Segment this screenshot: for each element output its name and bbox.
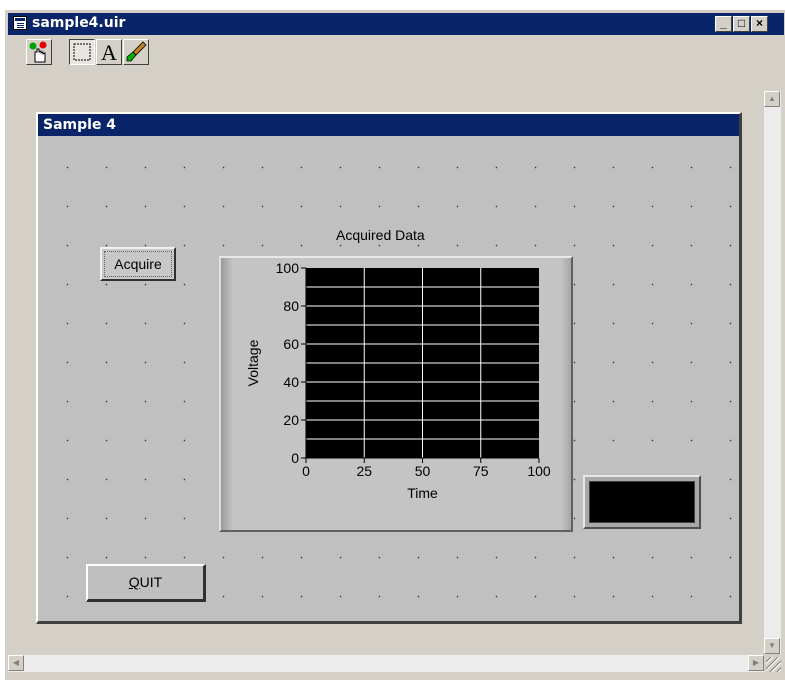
x-tick-label: 0 — [302, 463, 310, 479]
y-tick-label: 20 — [283, 412, 299, 428]
text-tool-button[interactable]: A — [96, 39, 122, 65]
quit-button[interactable]: QUIT — [86, 564, 206, 602]
window-title: sample4.uir — [32, 15, 126, 31]
y-tick-label: 80 — [283, 298, 299, 314]
color-tool-button[interactable] — [123, 39, 149, 65]
select-rectangle-icon — [73, 43, 91, 61]
close-button[interactable]: × — [751, 16, 768, 32]
panel-grid-area[interactable]: Acquire Acquired Data 0 20 40 60 80 100 0 25 50 7… — [38, 138, 739, 621]
numeric-indicator[interactable] — [583, 475, 701, 529]
y-axis-label: Voltage — [245, 339, 261, 386]
sample-panel[interactable]: Sample 4 Acquire Acquired Data 0 20 40 60 80… — [36, 112, 742, 624]
scroll-right-arrow-icon[interactable]: ▶ — [748, 655, 764, 671]
x-tick-label: 50 — [415, 463, 431, 479]
y-tick-label: 60 — [283, 336, 299, 352]
panel-title: Sample 4 — [43, 117, 117, 133]
resize-grip-icon[interactable] — [766, 657, 781, 672]
x-axis-label: Time — [407, 485, 438, 501]
quit-label: UIT — [139, 574, 163, 590]
numeric-indicator-display — [589, 481, 695, 523]
minimize-button[interactable]: _ — [715, 16, 732, 32]
horizontal-scrollbar[interactable]: ◀ ▶ — [8, 655, 764, 672]
graph-title: Acquired Data — [336, 227, 425, 243]
operate-hand-icon — [29, 41, 47, 63]
maximize-button[interactable]: □ — [733, 16, 750, 32]
scroll-up-arrow-icon[interactable]: ▲ — [764, 91, 780, 107]
text-tool-icon: A — [101, 40, 117, 65]
vertical-scrollbar[interactable]: ▲ ▼ — [764, 91, 781, 654]
x-tick-label: 75 — [473, 463, 489, 479]
y-tick-label: 40 — [283, 374, 299, 390]
x-tick-label: 25 — [356, 463, 372, 479]
acquire-label: Acquire — [104, 251, 172, 277]
y-tick-label: 100 — [276, 260, 300, 276]
quit-mnemonic: Q — [128, 574, 140, 590]
window-titlebar[interactable]: sample4.uir _ □ × — [8, 13, 784, 35]
editor-toolbar: A — [8, 37, 784, 89]
scroll-left-arrow-icon[interactable]: ◀ — [8, 655, 24, 671]
operate-tool-button[interactable] — [26, 39, 52, 65]
color-brush-icon — [126, 41, 147, 62]
y-tick-label: 0 — [291, 450, 299, 466]
acquire-button[interactable]: Acquire — [100, 247, 176, 281]
graph-svg: 0 20 40 60 80 100 0 25 50 75 100 Time Voltage — [245, 260, 551, 501]
select-tool-button[interactable] — [69, 39, 95, 65]
scroll-down-arrow-icon[interactable]: ▼ — [764, 638, 780, 654]
uir-file-icon — [13, 16, 27, 30]
panel-titlebar[interactable]: Sample 4 — [38, 114, 739, 136]
acquired-data-graph[interactable]: 0 20 40 60 80 100 0 25 50 75 100 Time Voltage — [219, 256, 573, 532]
editor-window: sample4.uir _ □ × A ▲ ▼ ◀ ▶ Sample 4 Acq… — [5, 10, 785, 680]
x-tick-label: 100 — [527, 463, 551, 479]
